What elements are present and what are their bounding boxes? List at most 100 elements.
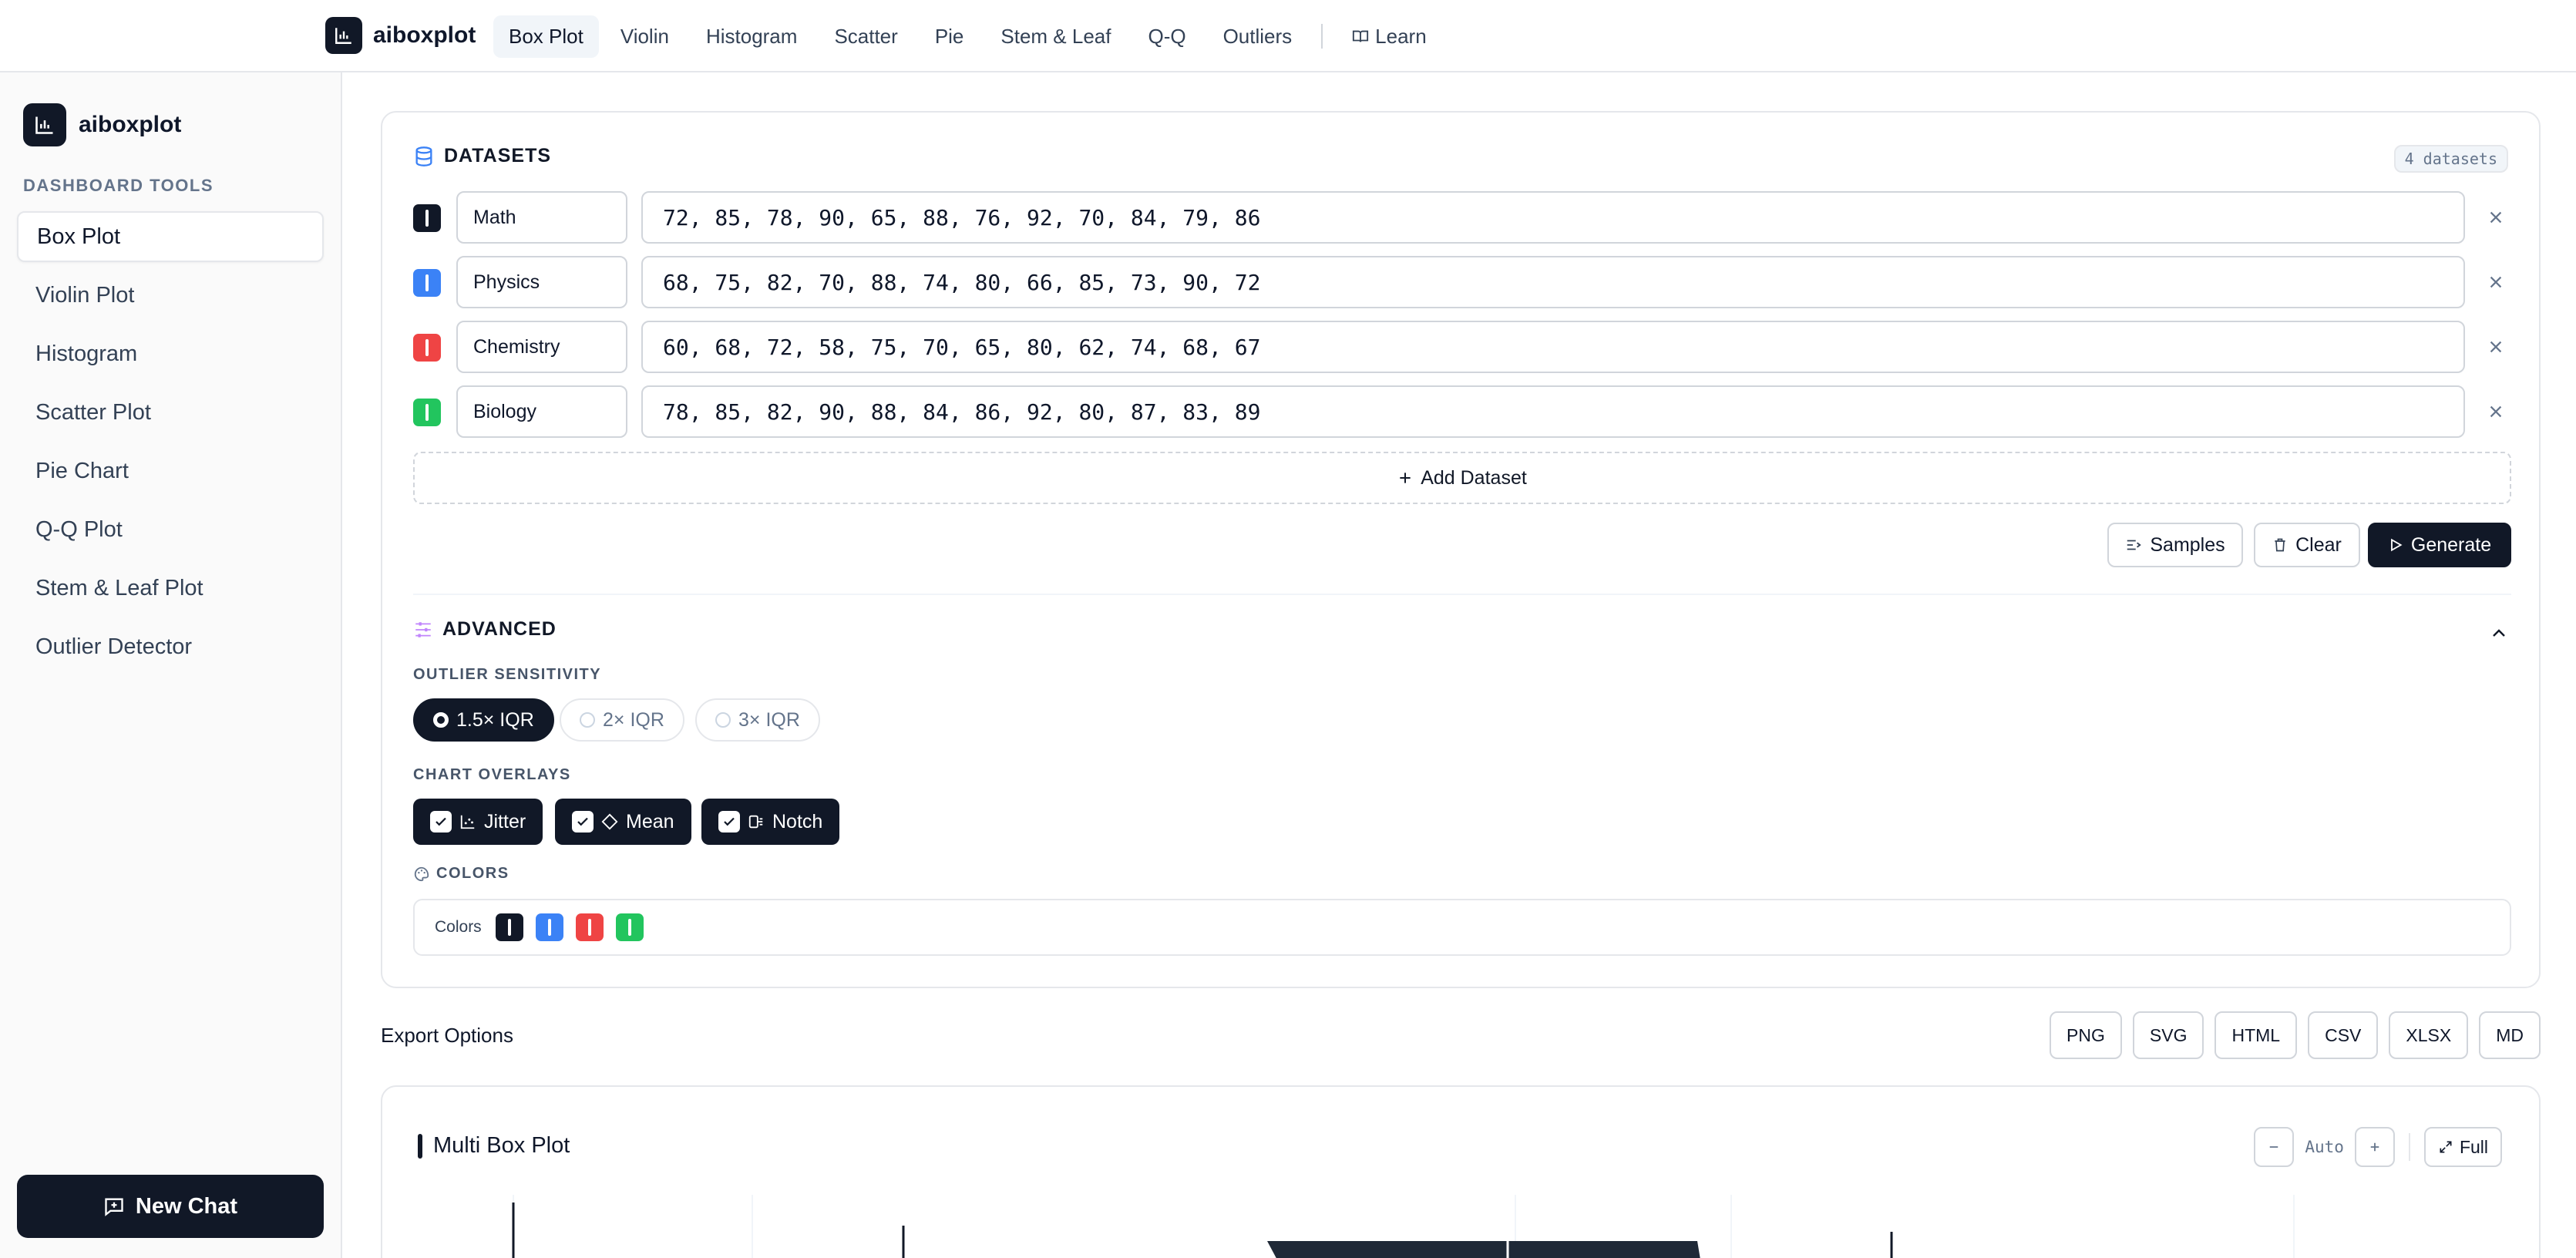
export-buttons: PNG SVG HTML CSV XLSX MD: [2050, 1011, 2541, 1059]
chart-canvas: [512, 1195, 2295, 1258]
sidebar-item-outlier-detector[interactable]: Outlier Detector: [17, 621, 324, 672]
remove-dataset-button[interactable]: [2480, 396, 2511, 427]
expand-icon: [2440, 1141, 2452, 1153]
chat-plus-icon: [105, 1198, 123, 1216]
export-html-button[interactable]: HTML: [2214, 1011, 2298, 1059]
add-dataset-button[interactable]: Add Dataset: [413, 452, 2511, 504]
chart-card: Multi Box Plot Auto Full: [381, 1085, 2541, 1258]
dataset-values-input[interactable]: [641, 256, 2465, 308]
nav-violin[interactable]: Violin: [605, 15, 684, 58]
sidebar-item-scatter-plot[interactable]: Scatter Plot: [17, 387, 324, 438]
top-brand[interactable]: aiboxplot: [325, 17, 476, 54]
sensitivity-option-label: 2× IQR: [603, 708, 664, 731]
fullscreen-button[interactable]: Full: [2423, 1127, 2502, 1167]
dataset-name-input[interactable]: [456, 191, 627, 244]
section-divider: [413, 594, 2511, 595]
color-swatch-chemistry[interactable]: [575, 913, 604, 941]
datasets-header: DATASETS: [413, 145, 551, 167]
palette-icon: [414, 866, 429, 881]
overlay-mean-toggle[interactable]: Mean: [555, 799, 691, 845]
color-swatch-math[interactable]: [495, 913, 523, 941]
dataset-name-input[interactable]: [456, 256, 627, 308]
database-icon: [415, 146, 432, 166]
dataset-values-input[interactable]: [641, 191, 2465, 244]
sidebar-list: Box Plot Violin Plot Histogram Scatter P…: [17, 211, 324, 680]
nav-stem-leaf[interactable]: Stem & Leaf: [985, 15, 1126, 58]
export-xlsx-button[interactable]: XLSX: [2389, 1011, 2469, 1059]
nav-box-plot[interactable]: Box Plot: [493, 15, 599, 58]
book-icon: [1353, 30, 1369, 42]
close-icon: [2490, 341, 2502, 353]
sidebar-item-violin-plot[interactable]: Violin Plot: [17, 270, 324, 321]
dataset-color-swatch[interactable]: [413, 334, 441, 362]
play-icon: [2390, 538, 2403, 552]
overlay-label: Mean: [626, 810, 674, 832]
generate-button[interactable]: Generate: [2368, 523, 2511, 567]
datasets-title: DATASETS: [444, 145, 552, 166]
box-plot-box: [1267, 1241, 1700, 1258]
dataset-color-swatch[interactable]: [413, 399, 441, 426]
new-chat-button[interactable]: New Chat: [17, 1175, 324, 1238]
nav-learn-label: Learn: [1375, 24, 1427, 48]
sensitivity-option-3[interactable]: 3× IQR: [695, 698, 820, 742]
chevron-up-icon[interactable]: [2490, 624, 2508, 643]
remove-dataset-button[interactable]: [2480, 202, 2511, 233]
trash-icon: [2275, 538, 2285, 552]
radio-icon: [715, 712, 731, 728]
nav-separator: [1321, 24, 1323, 49]
plus-icon: [1400, 473, 1411, 483]
add-dataset-label: Add Dataset: [1421, 466, 1527, 489]
clear-label: Clear: [2295, 533, 2342, 556]
sensitivity-option-2[interactable]: 2× IQR: [560, 698, 684, 742]
fullscreen-label: Full: [2459, 1136, 2488, 1157]
dataset-color-swatch[interactable]: [413, 204, 441, 232]
sidebar-brand-name: aiboxplot: [79, 112, 182, 137]
sidebar-section-title: DASHBOARD TOOLS: [23, 176, 214, 195]
colors-label: Colors: [435, 918, 482, 936]
sidebar-item-box-plot[interactable]: Box Plot: [17, 211, 324, 262]
checkbox-checked-icon: [718, 811, 740, 832]
brand-name: aiboxplot: [373, 22, 476, 48]
radio-icon: [580, 712, 595, 728]
sidebar-item-stem-leaf-plot[interactable]: Stem & Leaf Plot: [17, 563, 324, 614]
nav-histogram[interactable]: Histogram: [691, 15, 812, 58]
export-png-button[interactable]: PNG: [2050, 1011, 2122, 1059]
nav-scatter[interactable]: Scatter: [819, 15, 913, 58]
sidebar-item-histogram[interactable]: Histogram: [17, 328, 324, 379]
export-md-button[interactable]: MD: [2479, 1011, 2541, 1059]
zoom-out-button[interactable]: [2254, 1127, 2295, 1167]
nav-pie[interactable]: Pie: [920, 15, 980, 58]
close-icon: [2490, 276, 2502, 288]
remove-dataset-button[interactable]: [2480, 267, 2511, 298]
sidebar-brand[interactable]: aiboxplot: [23, 103, 181, 146]
sensitivity-option-1-5[interactable]: 1.5× IQR: [413, 698, 554, 742]
nav-learn[interactable]: Learn: [1337, 15, 1442, 58]
dataset-color-swatch[interactable]: [413, 269, 441, 297]
zoom-in-button[interactable]: [2354, 1127, 2395, 1167]
overlay-notch-toggle[interactable]: Notch: [701, 799, 840, 845]
nav-qq[interactable]: Q-Q: [1132, 15, 1201, 58]
sidebar-item-qq-plot[interactable]: Q-Q Plot: [17, 504, 324, 555]
dataset-values-input[interactable]: [641, 321, 2465, 373]
radio-icon: [433, 712, 449, 728]
dataset-row: [413, 385, 2511, 438]
remove-dataset-button[interactable]: [2480, 331, 2511, 362]
clear-button[interactable]: Clear: [2254, 523, 2360, 567]
color-swatch-physics[interactable]: [535, 913, 563, 941]
export-csv-button[interactable]: CSV: [2308, 1011, 2379, 1059]
dataset-name-input[interactable]: [456, 385, 627, 438]
dataset-name-input[interactable]: [456, 321, 627, 373]
zoom-level: Auto: [2305, 1138, 2344, 1156]
nav-outliers[interactable]: Outliers: [1208, 15, 1308, 58]
colors-row: Colors: [413, 899, 2511, 956]
samples-button[interactable]: Samples: [2107, 523, 2243, 567]
advanced-title: ADVANCED: [442, 618, 557, 640]
color-swatch-biology[interactable]: [615, 913, 644, 941]
dataset-values-input[interactable]: [641, 385, 2465, 438]
export-title: Export Options: [381, 1024, 513, 1047]
dataset-row: [413, 256, 2511, 308]
sidebar-item-pie-chart[interactable]: Pie Chart: [17, 446, 324, 496]
overlay-jitter-toggle[interactable]: Jitter: [413, 799, 543, 845]
advanced-header[interactable]: ADVANCED: [413, 618, 557, 641]
export-svg-button[interactable]: SVG: [2132, 1011, 2204, 1059]
